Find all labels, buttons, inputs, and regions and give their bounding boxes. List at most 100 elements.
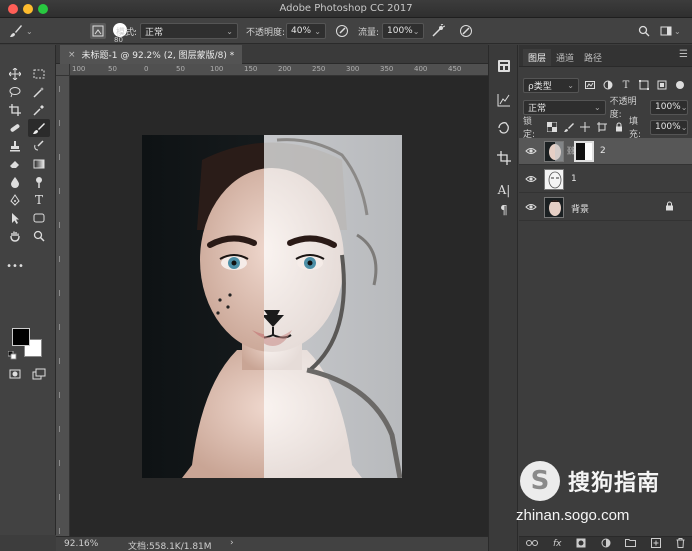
history-panel-icon[interactable]	[495, 119, 513, 137]
layer-name[interactable]: 2	[600, 146, 606, 156]
eraser-tool-icon[interactable]	[4, 155, 26, 173]
ruler-tick-mark	[59, 324, 60, 330]
filter-toggle-icon[interactable]	[673, 78, 687, 92]
ruler-tick-mark	[59, 460, 60, 466]
character-panel-icon[interactable]: A|	[495, 181, 513, 199]
pen-tool-icon[interactable]	[4, 191, 26, 209]
trash-icon[interactable]	[676, 537, 685, 551]
adjustment-layer-icon[interactable]	[601, 538, 611, 551]
airbrush-icon[interactable]	[430, 23, 446, 39]
layer-row-2[interactable]: ⛓ 2	[519, 138, 692, 165]
tab-channels[interactable]: 通道	[551, 49, 579, 66]
quick-mask-icon[interactable]	[4, 365, 26, 383]
toggle-brush-panel-button[interactable]	[90, 22, 106, 40]
brush-tool-icon[interactable]	[28, 119, 50, 137]
layer-opacity-value: 100%	[655, 102, 681, 112]
histogram-panel-icon[interactable]	[495, 91, 513, 109]
ruler-tick: 100	[72, 65, 86, 73]
ruler-origin[interactable]	[56, 64, 70, 76]
paragraph-panel-icon[interactable]: ¶	[495, 201, 513, 219]
filter-shape-icon[interactable]	[637, 78, 651, 92]
tool-preset-picker[interactable]: ⌄	[8, 22, 33, 40]
layer-row-background[interactable]: 背景	[519, 194, 692, 221]
link-layers-icon[interactable]	[526, 539, 539, 550]
layer-name[interactable]: 1	[571, 174, 577, 184]
layer-opacity-field[interactable]: 100% ⌄	[650, 99, 688, 115]
eye-icon[interactable]	[525, 146, 537, 156]
lasso-tool-icon[interactable]	[4, 83, 26, 101]
document-size-info: 文档:558.1K/1.81M	[128, 542, 212, 551]
pressure-size-icon[interactable]	[458, 23, 474, 39]
path-selection-tool-icon[interactable]	[4, 209, 26, 227]
crop-tool-icon[interactable]	[4, 101, 26, 119]
hand-tool-icon[interactable]	[4, 227, 26, 245]
status-menu-arrow-icon[interactable]: ›	[230, 538, 234, 548]
pressure-opacity-icon[interactable]	[334, 23, 350, 39]
watermark-url: zhinan.sogo.com	[516, 507, 630, 524]
eye-icon[interactable]	[525, 202, 537, 212]
close-tab-icon[interactable]: ×	[68, 50, 76, 60]
default-colors-icon[interactable]	[6, 350, 18, 360]
gradient-tool-icon[interactable]	[28, 155, 50, 173]
marquee-tool-icon[interactable]	[28, 65, 50, 83]
blur-tool-icon[interactable]	[4, 173, 26, 191]
magic-wand-tool-icon[interactable]	[28, 83, 50, 101]
fill-field[interactable]: 100% ⌄	[649, 119, 688, 135]
lock-all-icon[interactable]	[612, 120, 625, 134]
rectangle-tool-icon[interactable]	[28, 209, 50, 227]
document-canvas[interactable]	[142, 135, 402, 478]
move-tool-icon[interactable]	[4, 65, 26, 83]
more-tools-icon[interactable]: •••	[4, 257, 26, 275]
filter-adjustment-icon[interactable]	[601, 78, 615, 92]
zoom-level[interactable]: 92.16%	[64, 539, 98, 549]
layer-filter-select[interactable]: ρ类型 ⌄	[523, 77, 579, 93]
chevron-down-icon: ⌄	[314, 26, 321, 36]
eyedropper-tool-icon[interactable]	[28, 101, 50, 119]
window-titlebar: Adobe Photoshop CC 2017	[0, 0, 692, 18]
eye-icon[interactable]	[525, 174, 537, 184]
tab-layers[interactable]: 图层	[523, 49, 552, 66]
group-icon[interactable]	[625, 538, 637, 550]
history-brush-tool-icon[interactable]	[28, 137, 50, 155]
vertical-ruler[interactable]	[56, 76, 70, 536]
filter-pixel-icon[interactable]	[583, 78, 597, 92]
document-title: 未标题-1 @ 92.2% (2, 图层蒙版/8) *	[81, 51, 235, 61]
filter-smart-object-icon[interactable]	[655, 78, 669, 92]
filter-type-icon[interactable]: T	[619, 78, 633, 92]
screen-mode-icon[interactable]	[28, 365, 50, 383]
canvas-workspace[interactable]	[70, 76, 488, 536]
dodge-tool-icon[interactable]	[28, 173, 50, 191]
lock-position-icon[interactable]	[579, 120, 592, 134]
foreground-color-swatch[interactable]	[12, 328, 30, 346]
layer-name[interactable]: 背景	[571, 202, 589, 215]
ruler-tick-mark	[59, 256, 60, 262]
sogou-watermark: S 搜狗指南 zhinan.sogo.com	[510, 455, 690, 535]
lock-artboard-icon[interactable]	[596, 120, 609, 134]
layer-mask-thumbnail[interactable]	[574, 141, 594, 162]
healing-brush-tool-icon[interactable]	[4, 119, 26, 137]
zoom-tool-icon[interactable]	[28, 227, 50, 245]
flow-field[interactable]: 100% ⌄	[382, 23, 424, 39]
document-tab[interactable]: × 未标题-1 @ 92.2% (2, 图层蒙版/8) *	[60, 45, 243, 64]
brush-preset-picker[interactable]: 80 ⌄	[55, 22, 138, 44]
horizontal-ruler[interactable]: 100 50 0 50 100 150 200 250 300 350 400 …	[70, 64, 488, 76]
type-tool-icon[interactable]: T	[28, 191, 50, 209]
crop-panel-icon[interactable]	[495, 149, 513, 167]
layer-row-1[interactable]: 1	[519, 166, 692, 193]
lock-image-pixels-icon[interactable]	[563, 120, 576, 134]
new-layer-icon[interactable]	[651, 537, 662, 551]
panel-menu-icon[interactable]: ☰	[679, 49, 688, 60]
search-icon[interactable]	[636, 23, 652, 39]
opacity-field[interactable]: 40% ⌄	[286, 23, 326, 39]
info-panel-icon[interactable]	[495, 57, 513, 75]
lock-transparent-pixels-icon[interactable]	[546, 120, 559, 134]
blend-mode-select[interactable]: 正常 ⌄	[140, 23, 238, 39]
clone-stamp-tool-icon[interactable]	[4, 137, 26, 155]
layer-blend-mode-select[interactable]: 正常 ⌄	[523, 99, 606, 115]
add-mask-icon[interactable]	[576, 538, 586, 551]
workspace-switcher-icon[interactable]	[658, 23, 674, 39]
fx-icon[interactable]: fx	[553, 539, 562, 549]
layer-filter-row: ρ类型 ⌄ T	[523, 76, 688, 94]
ruler-tick-mark	[59, 392, 60, 398]
tab-paths[interactable]: 路径	[579, 49, 607, 66]
